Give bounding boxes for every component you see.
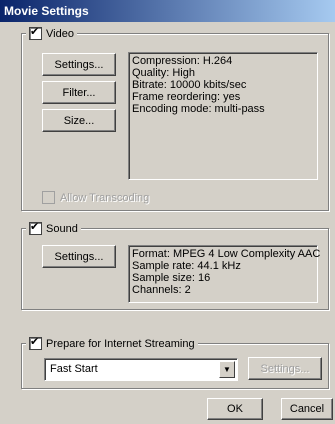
streaming-type-select[interactable]: Fast Start ▼ — [44, 358, 238, 381]
video-info-line: Quality: High — [132, 67, 195, 79]
streaming-settings-button: Settings... — [248, 357, 322, 380]
video-info-panel: Compression: H.264 Quality: High Bitrate… — [128, 52, 318, 180]
video-size-button[interactable]: Size... — [42, 109, 116, 132]
streaming-label: Prepare for Internet Streaming — [46, 337, 195, 350]
cancel-button[interactable]: Cancel — [281, 398, 333, 420]
allow-transcoding-checkbox — [42, 191, 55, 204]
sound-label: Sound — [46, 222, 78, 235]
sound-checkbox[interactable] — [29, 220, 42, 235]
video-info-line: Frame reordering: yes — [132, 91, 241, 103]
video-legend: Video — [26, 25, 77, 40]
streaming-legend: Prepare for Internet Streaming — [26, 335, 198, 350]
sound-info-line: Sample rate: 44.1 kHz — [132, 260, 241, 272]
video-info-line: Encoding mode: multi-pass — [132, 103, 265, 115]
video-info-line: Bitrate: 10000 kbits/sec — [132, 79, 247, 91]
video-filter-button[interactable]: Filter... — [42, 81, 116, 104]
ok-button[interactable]: OK — [207, 398, 263, 420]
dropdown-arrow-icon[interactable]: ▼ — [219, 361, 235, 378]
sound-info-line: Channels: 2 — [132, 284, 191, 296]
sound-legend: Sound — [26, 220, 81, 235]
video-settings-button[interactable]: Settings... — [42, 53, 116, 76]
sound-info-line: Format: MPEG 4 Low Complexity AAC — [132, 248, 321, 260]
video-checkbox[interactable] — [29, 25, 42, 40]
streaming-type-value: Fast Start — [50, 363, 98, 375]
sound-info-line: Sample size: 16 — [132, 272, 211, 284]
window-title: Movie Settings — [4, 4, 89, 18]
video-label: Video — [46, 27, 74, 40]
streaming-checkbox[interactable] — [29, 335, 42, 350]
video-info-line: Compression: H.264 — [132, 55, 233, 67]
allow-transcoding-label: Allow Transcoding — [60, 191, 150, 204]
sound-info-panel: Format: MPEG 4 Low Complexity AAC Sample… — [128, 245, 321, 303]
sound-settings-button[interactable]: Settings... — [42, 245, 116, 268]
title-bar: Movie Settings — [0, 0, 335, 22]
allow-transcoding-option: Allow Transcoding — [42, 191, 149, 204]
